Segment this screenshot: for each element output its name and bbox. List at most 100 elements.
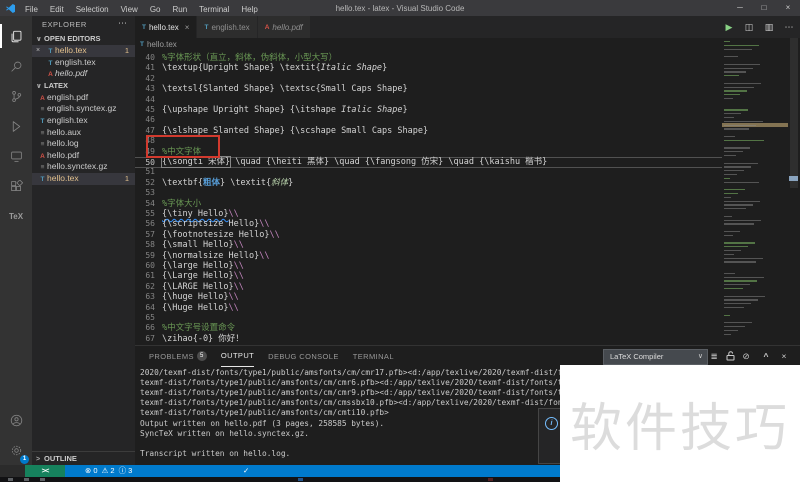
line-number: 50 xyxy=(135,158,155,167)
code-line-62[interactable]: 62{\LARGE Hello}\\ xyxy=(135,282,722,292)
file-row-hello.tex[interactable]: Thello.tex1 xyxy=(32,173,135,185)
menu-go[interactable]: Go xyxy=(144,5,167,14)
line-number: 60 xyxy=(135,261,155,271)
search-icon[interactable] xyxy=(0,54,32,78)
source-control-icon[interactable] xyxy=(0,84,32,108)
maximize-panel-icon[interactable]: ^ xyxy=(758,349,774,363)
editor-more-icon[interactable]: ⋯ xyxy=(780,16,798,38)
file-label: english.pdf xyxy=(47,92,88,102)
build-run-icon[interactable]: ▶ xyxy=(720,16,738,38)
file-row-english.pdf[interactable]: Aenglish.pdf xyxy=(32,92,135,104)
outline-section[interactable]: >OUTLINE xyxy=(32,451,135,465)
code-line-46[interactable]: 46 xyxy=(135,115,722,125)
file-label: english.synctex.gz xyxy=(47,103,116,113)
minimap[interactable] xyxy=(722,38,788,345)
file-row-english.tex[interactable]: Tenglish.tex xyxy=(32,115,135,127)
file-row-hello.aux[interactable]: ≡hello.aux xyxy=(32,127,135,139)
latex-folder-header[interactable]: ∨LATEX xyxy=(32,80,135,92)
remote-explorer-icon[interactable] xyxy=(0,144,32,168)
info-icon: i xyxy=(545,417,558,430)
code-line-67[interactable]: 67\zihao{-0} 你好！ xyxy=(135,334,722,344)
code-line-66[interactable]: 66%中文字号设置命令 xyxy=(135,323,722,333)
close-tab-icon[interactable]: × xyxy=(185,23,190,32)
code-line-53[interactable]: 53 xyxy=(135,188,722,198)
code-line-42[interactable]: 42 xyxy=(135,74,722,84)
code-line-51[interactable]: 51 xyxy=(135,167,722,177)
menu-terminal[interactable]: Terminal xyxy=(193,5,235,14)
extensions-icon[interactable] xyxy=(0,174,32,198)
code-line-41[interactable]: 41\textup{Upright Shape} \textit{Italic … xyxy=(135,63,722,73)
tab-hello.pdf[interactable]: Ahello.pdf xyxy=(258,16,311,38)
breadcrumb[interactable]: T hello.tex xyxy=(140,38,177,51)
panel-tab-terminal[interactable]: TERMINAL xyxy=(353,346,394,366)
menu-run[interactable]: Run xyxy=(166,5,193,14)
tab-hello.tex[interactable]: Thello.tex× xyxy=(135,16,197,38)
code-line-54[interactable]: 54%字体大小 xyxy=(135,199,722,209)
file-row-english.synctex.gz[interactable]: ≡english.synctex.gz xyxy=(32,103,135,115)
code-line-55[interactable]: 55{\tiny Hello}\\ xyxy=(135,209,722,219)
tab-label: english.tex xyxy=(211,23,249,32)
line-number: 44 xyxy=(135,95,155,105)
menu-selection[interactable]: Selection xyxy=(70,5,115,14)
tab-english.tex[interactable]: Tenglish.tex xyxy=(197,16,257,38)
code-line-64[interactable]: 64{\Huge Hello}\\ xyxy=(135,303,722,313)
settings-gear-icon[interactable]: 1 xyxy=(0,438,32,462)
warning-icon: ⚠ xyxy=(102,466,109,475)
line-number: 51 xyxy=(135,167,155,177)
clear-output-icon[interactable]: ⊘ xyxy=(738,349,754,363)
editor-scrollbar[interactable] xyxy=(788,38,800,345)
explorer-more-icon[interactable]: ⋯ xyxy=(118,18,127,29)
menu-edit[interactable]: Edit xyxy=(44,5,70,14)
code-line-57[interactable]: 57{\footnotesize Hello}\\ xyxy=(135,230,722,240)
open-editors-header[interactable]: ∨OPEN EDITORS xyxy=(32,33,135,45)
code-line-45[interactable]: 45{\upshape Upright Shape} {\itshape Ita… xyxy=(135,105,722,115)
code-line-56[interactable]: 56{\scriptsize Hello}\\ xyxy=(135,219,722,229)
file-row-hello.pdf[interactable]: Ahello.pdf xyxy=(32,150,135,162)
code-line-65[interactable]: 65 xyxy=(135,313,722,323)
code-line-52[interactable]: 52\textbf{粗体} \textit{斜体} xyxy=(135,178,722,188)
latex-workshop-icon[interactable]: TeX xyxy=(0,204,32,228)
close-panel-icon[interactable]: × xyxy=(776,349,792,363)
file-row-hello.log[interactable]: ≡hello.log xyxy=(32,138,135,150)
code-line-47[interactable]: 47{\slshape Slanted Shape} {\scshape Sma… xyxy=(135,126,722,136)
panel-tab-debug-console[interactable]: DEBUG CONSOLE xyxy=(268,346,339,366)
code-line-43[interactable]: 43\textsl{Slanted Shape} \textsc{Small C… xyxy=(135,84,722,94)
open-output-in-editor-icon[interactable]: ≣ xyxy=(706,349,722,363)
close-window-icon[interactable]: × xyxy=(776,0,800,16)
file-row-hello.synctex.gz[interactable]: ≡hello.synctex.gz xyxy=(32,161,135,173)
output-line: SyncTeX written on hello.synctex.gz. xyxy=(140,429,309,439)
code-line-44[interactable]: 44 xyxy=(135,95,722,105)
maximize-icon[interactable]: □ xyxy=(752,0,776,16)
code-line-63[interactable]: 63{\huge Hello}\\ xyxy=(135,292,722,302)
panel-tab-label: DEBUG CONSOLE xyxy=(268,352,339,361)
code-line-59[interactable]: 59{\normalsize Hello}\\ xyxy=(135,251,722,261)
split-editor-icon[interactable]: ◫ xyxy=(740,16,758,38)
code-line-49[interactable]: 49%中文字体 xyxy=(135,147,722,157)
menu-file[interactable]: File xyxy=(19,5,44,14)
editor-layout-icon[interactable]: ▥ xyxy=(760,16,778,38)
menu-view[interactable]: View xyxy=(115,5,144,14)
code-line-48[interactable]: 48 xyxy=(135,136,722,146)
latex-build-check-icon[interactable]: ✓ xyxy=(243,465,249,477)
lock-icon[interactable] xyxy=(722,349,738,363)
code-line-58[interactable]: 58{\small Hello}\\ xyxy=(135,240,722,250)
code-line-61[interactable]: 61{\Large Hello}\\ xyxy=(135,271,722,281)
close-editor-icon[interactable]: × xyxy=(36,45,40,57)
file-row-hello.tex[interactable]: ×Thello.tex1 xyxy=(32,45,135,57)
panel-tab-problems[interactable]: PROBLEMS5 xyxy=(149,346,207,366)
code-area[interactable]: 40%字体形状（直立，斜体，伪斜体，小型大写）41\textup{Upright… xyxy=(135,53,722,345)
file-row-english.tex[interactable]: Tenglish.tex xyxy=(32,57,135,69)
account-icon[interactable] xyxy=(0,408,32,432)
file-row-hello.pdf[interactable]: Ahello.pdf xyxy=(32,68,135,80)
panel-tab-output[interactable]: OUTPUT xyxy=(221,346,254,367)
problems-status[interactable]: ⊗ 0 ⚠ 2 ⓘ 3 xyxy=(85,465,132,477)
explorer-icon[interactable] xyxy=(0,24,32,48)
file-label: hello.pdf xyxy=(55,68,87,78)
run-debug-icon[interactable] xyxy=(0,114,32,138)
remote-indicator[interactable]: >< xyxy=(25,465,65,477)
minimize-icon[interactable]: ─ xyxy=(728,0,752,16)
code-line-60[interactable]: 60{\large Hello}\\ xyxy=(135,261,722,271)
code-line-40[interactable]: 40%字体形状（直立，斜体，伪斜体，小型大写） xyxy=(135,53,722,63)
output-channel-dropdown[interactable]: LaTeX Compiler∨ xyxy=(603,349,708,365)
menu-help[interactable]: Help xyxy=(235,5,263,14)
